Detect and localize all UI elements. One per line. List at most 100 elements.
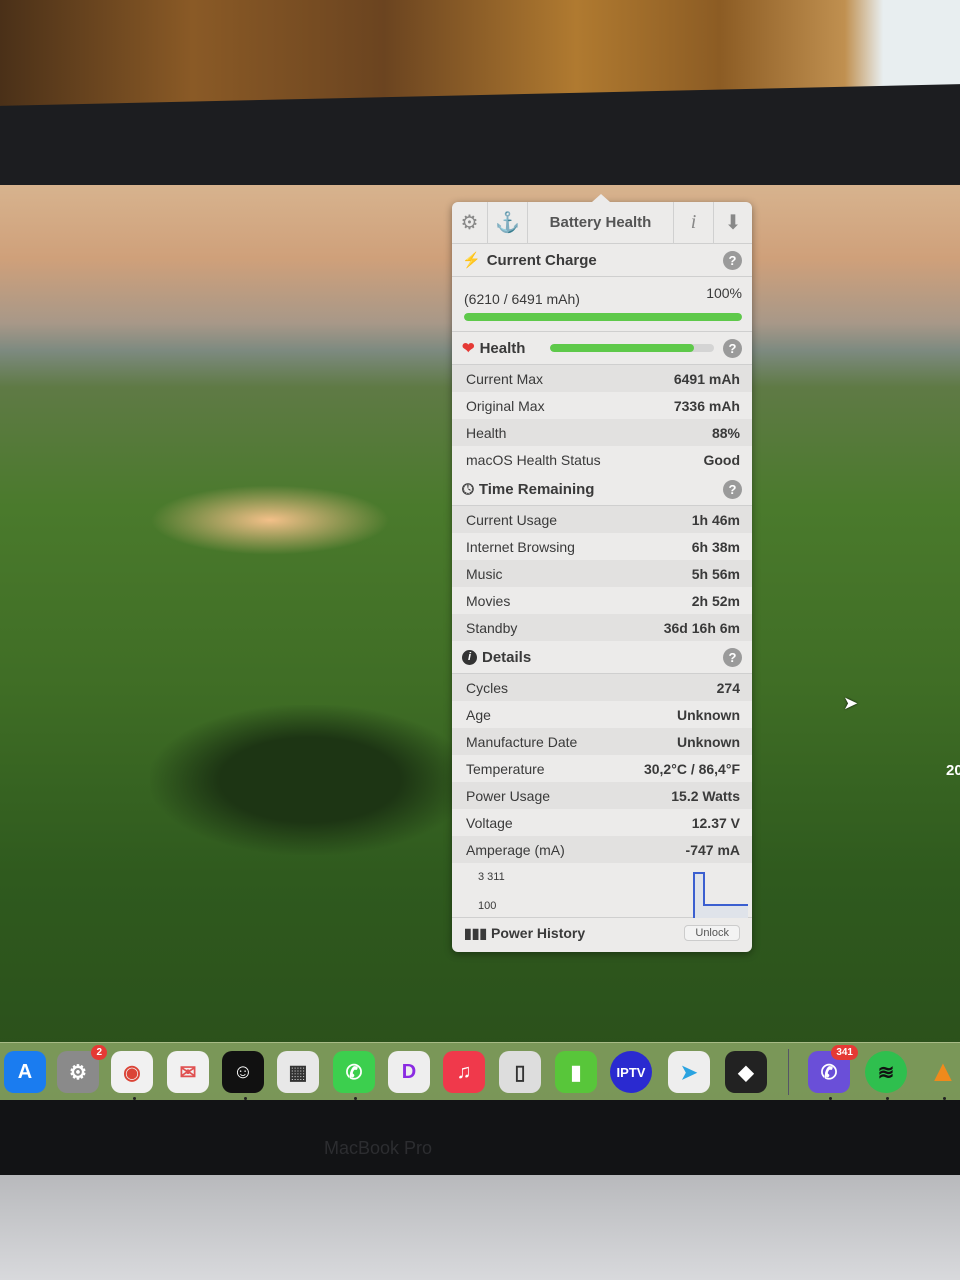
row-value: 36d 16h 6m [663, 619, 740, 636]
battery-health-popover: ⚙ ⚓ Battery Health i ⬇ ⚡ Current Charge … [452, 194, 752, 952]
table-row: Voltage 12.37 V [452, 809, 752, 836]
row-label: Power Usage [466, 787, 551, 804]
row-label: Current Usage [466, 511, 558, 528]
numbers-icon[interactable]: ▮ [555, 1051, 597, 1093]
table-row: Age Unknown [452, 701, 752, 728]
wallpaper-trees [150, 705, 470, 855]
charge-bar-fill [464, 313, 742, 321]
vlc-icon[interactable]: ▲ [922, 1051, 960, 1093]
beeper-app-icon[interactable]: D [388, 1051, 430, 1093]
info-icon[interactable]: i [674, 201, 714, 244]
charge-percent: 100% [706, 285, 742, 301]
row-value: Good [703, 451, 740, 468]
chrome-icon[interactable]: ◉ [111, 1051, 153, 1093]
row-label: Health [466, 424, 507, 441]
table-row: Cycles 274 [452, 674, 752, 701]
laptop-body [0, 1175, 960, 1280]
row-label: Movies [466, 592, 511, 609]
table-row: Power Usage 15.2 Watts [452, 782, 752, 809]
laptop-chin [0, 1100, 960, 1180]
row-value: 15.2 Watts [671, 787, 740, 804]
table-row: Internet Browsing 6h 38m [452, 533, 752, 560]
unlock-button[interactable]: Unlock [684, 925, 740, 941]
row-value: 1h 46m [691, 511, 740, 528]
plug-icon: ⚡ [462, 252, 481, 269]
time-remaining-header: 🕓︎ Time Remaining ? [452, 473, 752, 506]
help-icon[interactable]: ? [723, 338, 742, 358]
table-row: Current Usage 1h 46m [452, 506, 752, 533]
health-bar-fill [550, 344, 695, 352]
clock-icon: 🕓︎ [462, 480, 474, 498]
app-store-icon[interactable]: A [4, 1051, 46, 1093]
time-rows: Current Usage 1h 46m Internet Browsing 6h … [452, 506, 752, 641]
dock: A ⚙ 2 ◉ ✉ ☺ ▦ ✆ D ♫ ▯ ▮ IPTV ➤ ◆ ✆ 341 ≋ ▲ [0, 1042, 960, 1102]
current-charge-header: ⚡ Current Charge ? [452, 244, 752, 277]
info-circle-icon: i [462, 649, 477, 665]
iphone-mirroring-icon[interactable]: ▯ [499, 1051, 541, 1093]
health-header: ❤ Health ? [452, 332, 752, 365]
charge-bar [464, 313, 742, 321]
notification-badge: 341 [831, 1045, 858, 1060]
section-title: Time Remaining [478, 480, 595, 498]
gem-app-icon[interactable]: ◆ [725, 1051, 767, 1093]
section-title: Health [479, 339, 526, 357]
notification-badge: 2 [91, 1045, 107, 1060]
row-label: Temperature [466, 760, 545, 777]
viber-icon[interactable]: ✆ 341 [808, 1045, 858, 1093]
table-row: Amperage (mA) -747 mA [452, 836, 752, 863]
help-icon[interactable]: ? [723, 479, 742, 499]
power-history-label: Power History [491, 924, 586, 941]
mouse-cursor-icon: ➤ [843, 693, 859, 713]
table-row: Movies 2h 52m [452, 587, 752, 614]
anchor-icon[interactable]: ⚓ [488, 201, 528, 244]
row-value: 88% [711, 424, 740, 441]
row-label: Standby [466, 619, 518, 636]
row-value: Unknown [677, 733, 740, 750]
health-rows: Current Max 6491 mAh Original Max 7336 mAh… [452, 365, 752, 473]
help-icon[interactable]: ? [723, 647, 742, 667]
health-bar [550, 344, 714, 352]
row-label: Original Max [466, 397, 545, 414]
row-value: Unknown [677, 706, 740, 723]
charge-row: (6210 / 6491 mAh) 100% [452, 277, 752, 332]
section-title: Current Charge [486, 251, 597, 269]
heart-icon: ❤ [462, 340, 475, 357]
row-value: 2h 52m [691, 592, 740, 609]
details-rows: Cycles 274 Age Unknown Manufacture Date Unk… [452, 674, 752, 863]
table-row: Original Max 7336 mAh [452, 392, 752, 419]
row-label: Music [466, 565, 503, 582]
row-label: Manufacture Date [466, 733, 578, 750]
table-row: Music 5h 56m [452, 560, 752, 587]
table-row: Current Max 6491 mAh [452, 365, 752, 392]
calculator-icon[interactable]: ▦ [277, 1051, 319, 1093]
graph-min-label: 100 [478, 900, 497, 912]
wallpaper-sun [150, 485, 390, 555]
spotify-icon[interactable]: ≋ [865, 1051, 907, 1093]
chatbot-app-icon[interactable]: ☺ [222, 1051, 264, 1093]
table-row: Standby 36d 16h 6m [452, 614, 752, 641]
clock-widget-partial: 20 [946, 762, 960, 779]
row-value: 12.37 V [691, 814, 740, 831]
amperage-graph-line [693, 872, 748, 918]
help-icon[interactable]: ? [723, 250, 742, 270]
bar-chart-icon: ▮▮▮ [464, 924, 492, 941]
arrow-down-icon[interactable]: ⬇ [714, 202, 752, 244]
window-title: Battery Health [528, 201, 674, 244]
system-settings-icon[interactable]: ⚙ 2 [57, 1045, 107, 1093]
row-label: Amperage (mA) [466, 841, 565, 858]
row-value: 30,2°C / 86,4°F [643, 760, 740, 777]
footer: ▮▮▮ Power History Unlock [452, 918, 752, 948]
table-row: Health 88% [452, 419, 752, 446]
power-graph: 3 311 100 [452, 863, 752, 918]
telegram-icon[interactable]: ➤ [668, 1051, 710, 1093]
iptv-smarters-icon[interactable]: IPTV [610, 1051, 652, 1093]
details-header: i Details ? [452, 641, 752, 674]
gear-icon[interactable]: ⚙ [452, 201, 488, 244]
graph-max-label: 3 311 [478, 871, 505, 883]
row-value: 7336 mAh [673, 397, 740, 414]
row-value: 274 [716, 679, 740, 696]
mail-icon[interactable]: ✉ [167, 1051, 209, 1093]
music-icon[interactable]: ♫ [443, 1051, 485, 1093]
whatsapp-icon[interactable]: ✆ [333, 1051, 375, 1093]
laptop-label: MacBook Pro [324, 1138, 433, 1158]
